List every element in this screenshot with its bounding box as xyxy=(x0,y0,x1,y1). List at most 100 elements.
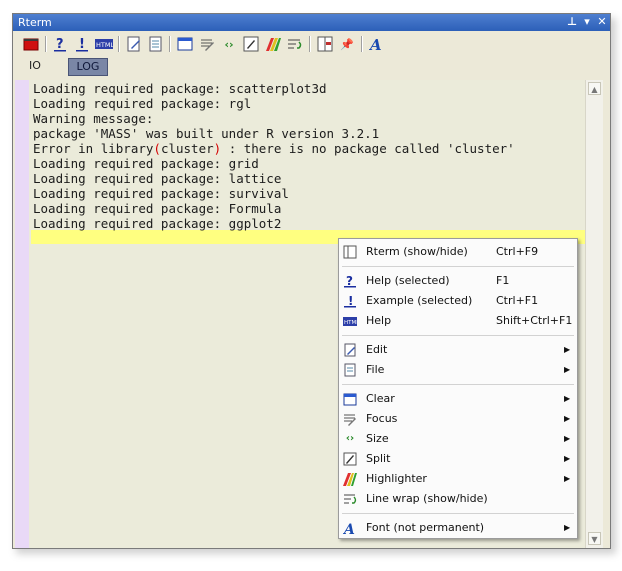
submenu-arrow-icon: ▶ xyxy=(564,523,571,532)
menu-item-label: Size xyxy=(366,432,389,445)
menu-item-label: File xyxy=(366,363,385,376)
menu-item-label: Line wrap (show/hide) xyxy=(366,492,488,505)
svg-text:A: A xyxy=(343,522,355,535)
linewrap-icon xyxy=(343,492,357,506)
pin-window-icon[interactable]: ⊥ xyxy=(565,15,579,29)
menu-item-label: Example (selected) xyxy=(366,294,473,307)
example-icon: ! xyxy=(343,294,357,308)
menu-item-label: Rterm (show/hide) xyxy=(366,245,468,258)
submenu-arrow-icon: ▶ xyxy=(564,394,571,403)
file-icon[interactable] xyxy=(146,35,164,53)
linewrap-icon[interactable] xyxy=(286,35,304,53)
menu-item-font-not-permanent[interactable]: A Font (not permanent) ▶ xyxy=(339,518,577,538)
menu-item-shortcut: Ctrl+F9 xyxy=(496,245,539,258)
pin-icon[interactable]: 📌 xyxy=(338,35,356,53)
svg-text:!: ! xyxy=(348,294,353,308)
menu-item-shortcut: Ctrl+F1 xyxy=(496,294,539,307)
close-button[interactable]: ✕ xyxy=(595,15,609,29)
help-icon: ? xyxy=(343,274,357,288)
console-line: Loading required package: ggplot2 xyxy=(33,216,282,231)
minimize-button[interactable]: ▾ xyxy=(580,15,594,29)
split-icon[interactable] xyxy=(242,35,260,53)
console-line: Loading required package: rgl xyxy=(33,96,252,111)
menu-item-label: Edit xyxy=(366,343,388,356)
menu-item-help[interactable]: HTML Help Shift+Ctrl+F1 xyxy=(339,311,577,331)
html-help-icon: HTML xyxy=(343,314,357,328)
svg-text:!: ! xyxy=(79,37,85,52)
editor-gutter xyxy=(15,80,29,548)
menu-item-label: Split xyxy=(366,452,391,465)
menu-separator xyxy=(342,335,574,336)
menu-separator xyxy=(342,266,574,267)
menu-item-focus[interactable]: Focus ▶ xyxy=(339,409,577,429)
split-icon xyxy=(343,452,357,466)
menu-item-size[interactable]: ‹› Size ▶ xyxy=(339,429,577,449)
tab-bar: IO LOG xyxy=(13,57,610,76)
svg-text:HTML: HTML xyxy=(344,320,357,326)
menu-item-example-selected[interactable]: ! Example (selected) Ctrl+F1 xyxy=(339,291,577,311)
submenu-arrow-icon: ▶ xyxy=(564,345,571,354)
focus-icon[interactable] xyxy=(198,35,216,53)
submenu-arrow-icon: ▶ xyxy=(564,474,571,483)
menu-item-line-wrap-show-hide[interactable]: Line wrap (show/hide) xyxy=(339,489,577,509)
console-line: Loading required package: lattice xyxy=(33,171,282,186)
console-line: Loading required package: Formula xyxy=(33,201,282,216)
menu-separator xyxy=(342,513,574,514)
html-help-icon[interactable]: HTML xyxy=(95,35,113,53)
tab-log[interactable]: LOG xyxy=(68,58,108,76)
toolbar: ? ! HTML ‹› 📌 A xyxy=(13,32,610,56)
menu-item-rterm-show-hide[interactable]: Rterm (show/hide) Ctrl+F9 xyxy=(339,242,577,262)
font-icon[interactable]: A xyxy=(368,35,386,53)
menu-item-label: Help (selected) xyxy=(366,274,450,287)
scroll-down-icon[interactable]: ▼ xyxy=(588,532,601,545)
tab-io[interactable]: IO xyxy=(23,58,47,74)
example-icon[interactable]: ! xyxy=(73,35,91,53)
scroll-up-icon[interactable]: ▲ xyxy=(588,82,601,95)
menu-item-highlighter[interactable]: Highlighter ▶ xyxy=(339,469,577,489)
submenu-arrow-icon: ▶ xyxy=(564,434,571,443)
console-lines: Loading required package: scatterplot3d L… xyxy=(33,81,515,231)
size-icon[interactable]: ‹› xyxy=(220,35,238,53)
console-line: package 'MASS' was built under R version… xyxy=(33,126,380,141)
clear-icon xyxy=(343,392,357,406)
svg-text:?: ? xyxy=(56,37,64,52)
font-icon: A xyxy=(343,521,357,535)
title-bar[interactable]: Rterm ⊥ ▾ ✕ xyxy=(13,14,610,31)
svg-text:HTML: HTML xyxy=(96,41,113,49)
stop-icon[interactable] xyxy=(22,35,40,53)
focus-icon xyxy=(343,412,357,426)
menu-item-split[interactable]: Split ▶ xyxy=(339,449,577,469)
edit-icon xyxy=(343,343,357,357)
menu-item-label: Font (not permanent) xyxy=(366,521,485,534)
vertical-scrollbar[interactable]: ▲ ▼ xyxy=(585,80,603,548)
svg-text:?: ? xyxy=(346,274,353,288)
console-line: Loading required package: survival xyxy=(33,186,289,201)
rterm-icon[interactable] xyxy=(316,35,334,53)
window-title: Rterm xyxy=(18,16,52,29)
submenu-arrow-icon: ▶ xyxy=(564,454,571,463)
menu-item-label: Focus xyxy=(366,412,398,425)
clear-icon[interactable] xyxy=(176,35,194,53)
menu-item-edit[interactable]: Edit ▶ xyxy=(339,340,577,360)
menu-item-label: Clear xyxy=(366,392,395,405)
file-icon xyxy=(343,363,357,377)
submenu-arrow-icon: ▶ xyxy=(564,365,571,374)
menu-separator xyxy=(342,384,574,385)
help-icon[interactable]: ? xyxy=(51,35,69,53)
highlighter-icon xyxy=(343,472,357,486)
menu-item-shortcut: Shift+Ctrl+F1 xyxy=(496,314,573,327)
menu-item-help-selected[interactable]: ? Help (selected) F1 xyxy=(339,271,577,291)
submenu-arrow-icon: ▶ xyxy=(564,414,571,423)
highlighter-icon[interactable] xyxy=(264,35,282,53)
menu-item-label: Highlighter xyxy=(366,472,427,485)
console-line: Loading required package: scatterplot3d xyxy=(33,81,327,96)
menu-item-shortcut: F1 xyxy=(496,274,510,287)
console-line: Warning message: xyxy=(33,111,154,126)
edit-icon[interactable] xyxy=(125,35,143,53)
size-icon: ‹› xyxy=(345,433,355,444)
rterm-window-icon xyxy=(343,245,357,259)
menu-item-label: Help xyxy=(366,314,392,327)
menu-item-clear[interactable]: Clear ▶ xyxy=(339,389,577,409)
context-menu: Rterm (show/hide) Ctrl+F9? Help (selected)… xyxy=(338,238,578,539)
menu-item-file[interactable]: File ▶ xyxy=(339,360,577,380)
